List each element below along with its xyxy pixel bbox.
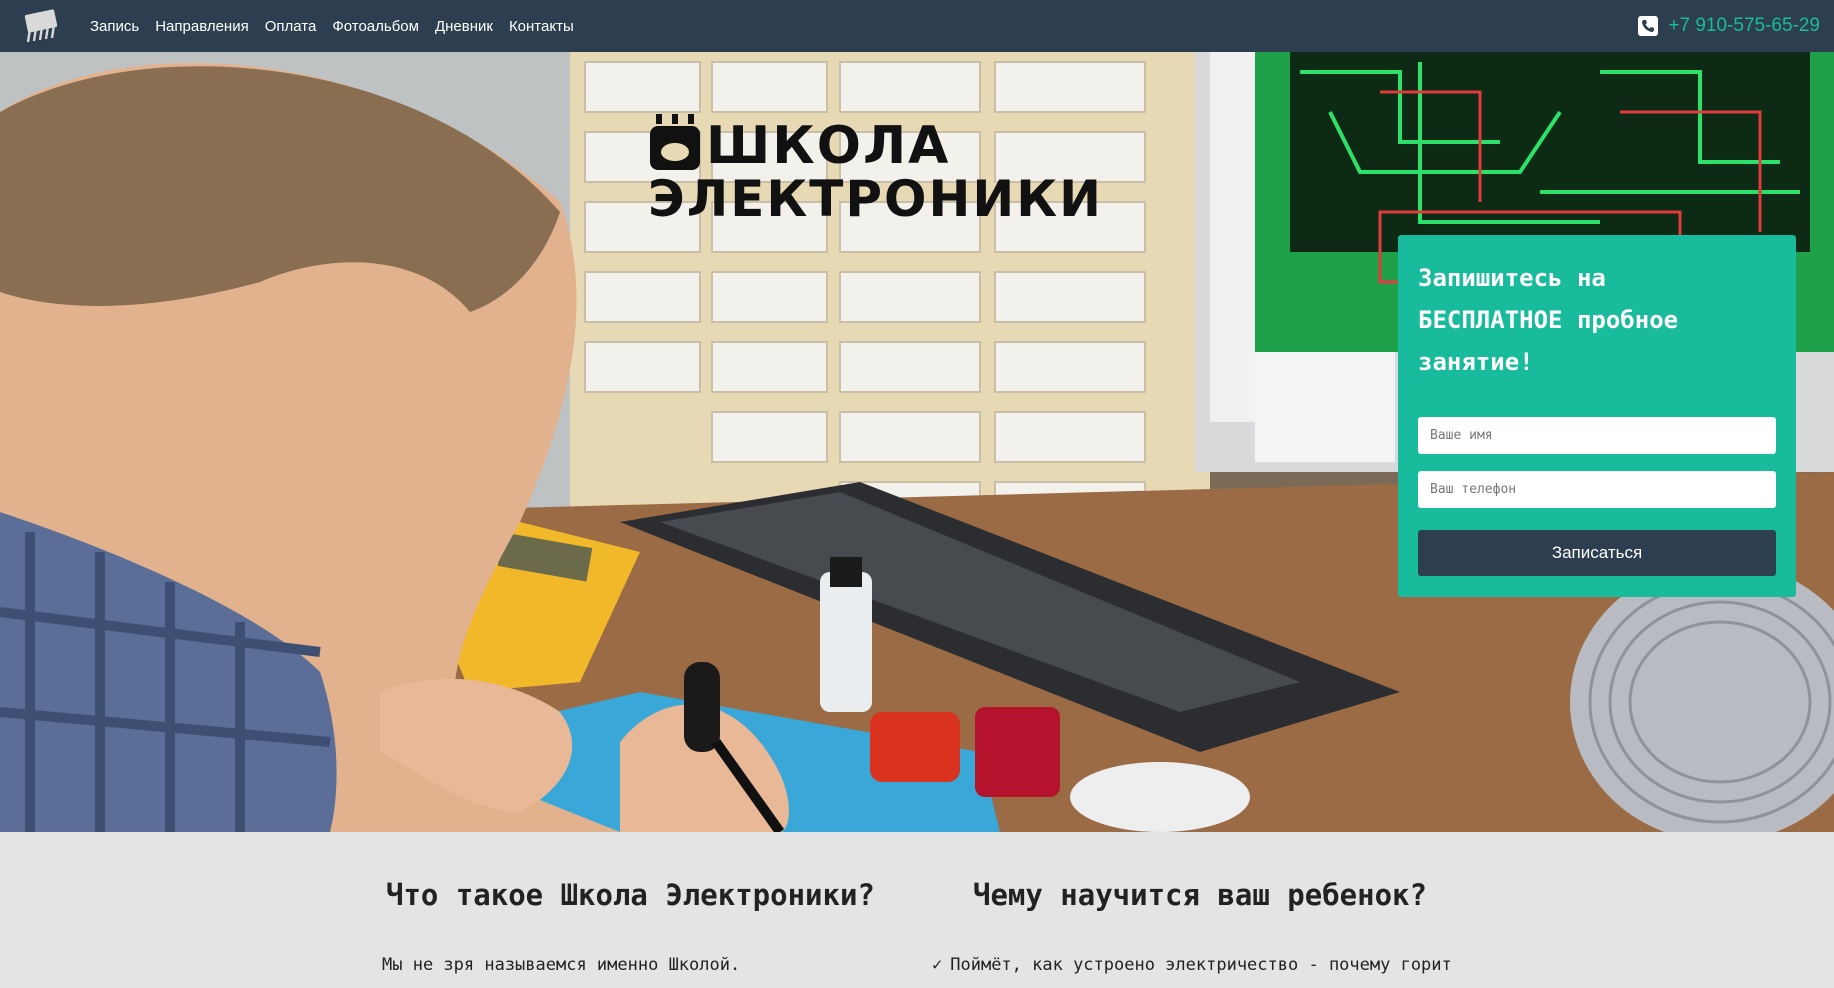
about-section: Что такое Школа Электроники? Чему научит… <box>0 832 1834 988</box>
name-input[interactable] <box>1418 417 1776 454</box>
learning-item-text: Поймёт, как устроено электричество - поч… <box>950 955 1452 975</box>
nav-link-dnevnik[interactable]: Дневник <box>435 18 493 35</box>
robot-head-icon <box>650 114 700 170</box>
school-logo: ШКОЛА ЭЛЕКТРОНИКИ <box>648 106 1101 236</box>
signup-title-line1: Запишитесь на <box>1418 264 1606 292</box>
phone-icon <box>1638 16 1659 36</box>
nav-link-kontakty[interactable]: Контакты <box>509 18 574 35</box>
signup-title-line3: занятие! <box>1418 348 1534 376</box>
nav-link-fotoalbom[interactable]: Фотоальбом <box>332 18 419 35</box>
phone-contact[interactable]: +7 910-575-65-29 <box>1638 0 1820 52</box>
signup-button[interactable]: Записаться <box>1418 530 1776 576</box>
phone-input[interactable] <box>1418 471 1776 508</box>
checkmark-icon: ✓ <box>932 955 943 975</box>
school-logo-line2: ЭЛЕКТРОНИКИ <box>648 170 1103 228</box>
nav-link-napravleniya[interactable]: Направления <box>155 18 249 35</box>
school-description-text: Мы не зря называемся именно Школой. <box>382 955 741 975</box>
phone-number[interactable]: +7 910-575-65-29 <box>1668 15 1820 37</box>
chip-icon[interactable] <box>18 4 64 46</box>
signup-title: Запишитесь на БЕСПЛАТНОЕ пробное занятие… <box>1418 257 1776 383</box>
nav-link-oplata[interactable]: Оплата <box>265 18 317 35</box>
nav-link-zapis[interactable]: Запись <box>90 18 139 35</box>
learning-item: ✓ Поймёт, как устроено электричество - по… <box>932 955 1452 975</box>
hero-banner: ШКОЛА ЭЛЕКТРОНИКИ Запишитесь на БЕСПЛАТН… <box>0 52 1834 832</box>
school-logo-line1: ШКОЛА <box>706 116 951 176</box>
what-is-school-heading: Что такое Школа Электроники? <box>386 878 875 912</box>
what-child-learns-heading: Чему научится ваш ребенок? <box>973 878 1427 912</box>
top-navbar: Запись Направления Оплата Фотоальбом Дне… <box>0 0 1834 52</box>
signup-card: Запишитесь на БЕСПЛАТНОЕ пробное занятие… <box>1398 235 1796 597</box>
signup-title-line2: БЕСПЛАТНОЕ пробное <box>1418 306 1679 334</box>
main-nav: Запись Направления Оплата Фотоальбом Дне… <box>90 0 590 52</box>
